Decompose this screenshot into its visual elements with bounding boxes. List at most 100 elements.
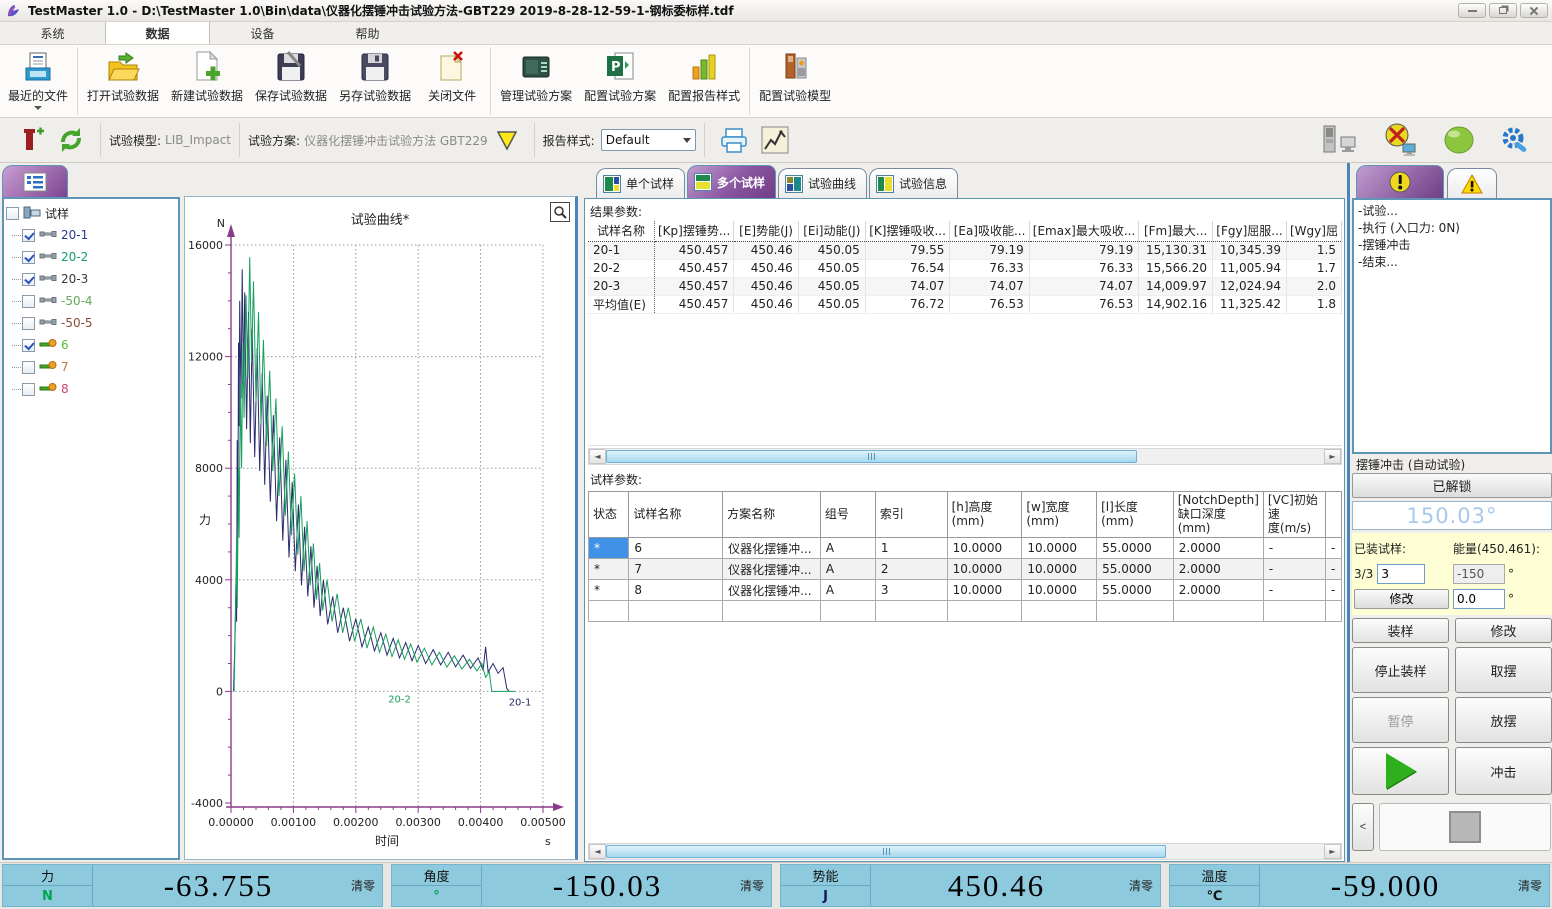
tab-单个试样[interactable]: 单个试样 bbox=[596, 168, 685, 198]
scroll-right-arrow-icon[interactable]: ► bbox=[1324, 844, 1341, 859]
samples-col-[h]高度 (mm)[interactable]: [h]高度 (mm) bbox=[947, 492, 1022, 538]
action-button-停止装样[interactable]: 停止装样 bbox=[1352, 647, 1449, 693]
status-ball-icon[interactable] bbox=[1442, 124, 1476, 156]
close-button[interactable] bbox=[1520, 3, 1548, 18]
scheme-warning-icon[interactable] bbox=[494, 127, 520, 153]
results-col-[Fm]最大...[interactable]: [Fm]最大... bbox=[1139, 221, 1213, 241]
scroll-left-arrow-icon[interactable]: ◄ bbox=[589, 844, 606, 859]
scroll-right-arrow-icon[interactable]: ► bbox=[1324, 449, 1341, 464]
refresh-icon[interactable] bbox=[56, 125, 86, 155]
samples-col-cut[interactable] bbox=[1326, 492, 1342, 538]
samples-col-[NotchDepth] 缺口深度 (mm)[interactable]: [NotchDepth] 缺口深度 (mm) bbox=[1173, 492, 1263, 538]
angle-input[interactable] bbox=[1453, 564, 1505, 584]
tree-item-checkbox[interactable] bbox=[22, 339, 35, 352]
collapse-panel-button[interactable]: < bbox=[1352, 803, 1374, 851]
results-row-20-2[interactable]: 20-2450.457450.46450.0576.5476.3376.3315… bbox=[588, 259, 1342, 277]
tree-root-checkbox[interactable] bbox=[6, 207, 19, 220]
stop-button[interactable] bbox=[1379, 803, 1551, 851]
tree-item--50-4[interactable]: -50-4 bbox=[6, 290, 176, 312]
scroll-thumb[interactable] bbox=[606, 450, 1137, 463]
tab-多个试样[interactable]: 多个试样 bbox=[687, 165, 776, 198]
results-col-[Kp]摆锤势...[interactable]: [Kp]摆锤势... bbox=[654, 221, 733, 241]
results-col-[Ea]吸收能...[interactable]: [Ea]吸收能... bbox=[950, 221, 1029, 241]
samples-col-试样名称[interactable]: 试样名称 bbox=[629, 492, 723, 538]
tab-alerts[interactable] bbox=[1356, 165, 1444, 198]
samples-row-6[interactable]: *6仪器化摆锤冲...A110.000010.000055.00002.0000… bbox=[589, 538, 1342, 559]
menu-item-帮助[interactable]: 帮助 bbox=[315, 22, 420, 44]
tree-item-checkbox[interactable] bbox=[22, 361, 35, 374]
disconnect-status-icon[interactable] bbox=[1382, 123, 1418, 157]
toolbar-button-保存试验数据[interactable]: 保存试验数据 bbox=[249, 45, 333, 117]
tree-root[interactable]: 试样 bbox=[6, 202, 176, 224]
results-col-[Ei]动能(J)[interactable]: [Ei]动能(J) bbox=[798, 221, 865, 241]
results-row-20-1[interactable]: 20-1450.457450.46450.0579.5579.1979.1915… bbox=[588, 241, 1342, 259]
clear-button[interactable]: 清零 bbox=[733, 865, 771, 906]
toolbar-button-配置试验方案[interactable]: P配置试验方案 bbox=[578, 45, 662, 117]
action-button-暂停[interactable]: 暂停 bbox=[1352, 697, 1449, 743]
toolbar-button-新建试验数据[interactable]: 新建试验数据 bbox=[165, 45, 249, 117]
scroll-thumb[interactable] bbox=[606, 845, 1166, 858]
menu-item-设备[interactable]: 设备 bbox=[210, 22, 315, 44]
test-curve-chart[interactable]: -400004000800012000160000.000000.001000.… bbox=[185, 197, 575, 857]
scroll-track[interactable] bbox=[606, 844, 1324, 859]
tree-item-6[interactable]: 6 bbox=[6, 334, 176, 356]
tree-item-checkbox[interactable] bbox=[22, 251, 35, 264]
zero-angle-input[interactable] bbox=[1453, 589, 1505, 609]
action-button-装样[interactable]: 装样 bbox=[1352, 618, 1449, 643]
samples-col-索引[interactable]: 索引 bbox=[875, 492, 947, 538]
tree-item-checkbox[interactable] bbox=[22, 383, 35, 396]
tab-试验曲线[interactable]: 试验曲线 bbox=[778, 168, 867, 198]
toolbar-button-关闭文件[interactable]: 关闭文件 bbox=[417, 45, 487, 117]
action-button-取摆[interactable]: 取摆 bbox=[1455, 647, 1552, 693]
minimize-button[interactable] bbox=[1458, 3, 1486, 18]
toolbar-button-打开试验数据[interactable]: 打开试验数据 bbox=[81, 45, 165, 117]
results-row-20-3[interactable]: 20-3450.457450.46450.0574.0774.0774.0714… bbox=[588, 277, 1342, 295]
tree-item-checkbox[interactable] bbox=[22, 273, 35, 286]
clear-button[interactable]: 清零 bbox=[1511, 865, 1549, 906]
tree-item-20-2[interactable]: 20-2 bbox=[6, 246, 176, 268]
results-row-平均值(E)[interactable]: 平均值(E)450.457450.46450.0576.7276.5376.53… bbox=[588, 295, 1342, 313]
samples-row-7[interactable]: *7仪器化摆锤冲...A210.000010.000055.00002.0000… bbox=[589, 559, 1342, 580]
curve-view-icon[interactable] bbox=[761, 126, 789, 154]
samples-col-[VC]初始速 度(m/s)[interactable]: [VC]初始速 度(m/s) bbox=[1263, 492, 1325, 538]
toolbar-button-配置报告样式[interactable]: 配置报告样式 bbox=[662, 45, 746, 117]
print-report-icon[interactable] bbox=[719, 126, 749, 154]
results-col-[Fgy]屈服...[interactable]: [Fgy]屈服... bbox=[1213, 221, 1287, 241]
restore-button[interactable] bbox=[1489, 3, 1517, 18]
samples-col-状态[interactable]: 状态 bbox=[589, 492, 629, 538]
samples-hscrollbar[interactable]: ◄ ► bbox=[588, 843, 1342, 860]
samples-col-[w]宽度 (mm)[interactable]: [w]宽度 (mm) bbox=[1022, 492, 1097, 538]
tree-item--50-5[interactable]: -50-5 bbox=[6, 312, 176, 334]
loaded-input[interactable] bbox=[1377, 564, 1425, 584]
tree-tab[interactable] bbox=[2, 165, 68, 197]
report-style-dropdown[interactable]: Default bbox=[601, 129, 696, 151]
tree-item-checkbox[interactable] bbox=[22, 295, 35, 308]
results-col-[E]势能(J)[interactable]: [E]势能(J) bbox=[734, 221, 798, 241]
tab-warnings[interactable] bbox=[1447, 168, 1497, 198]
results-col-试样名称[interactable]: 试样名称 bbox=[588, 221, 654, 241]
scroll-track[interactable] bbox=[606, 449, 1324, 464]
results-hscrollbar[interactable]: ◄ ► bbox=[588, 448, 1342, 465]
results-col-[Wgy]屈[interactable]: [Wgy]屈 bbox=[1286, 221, 1341, 241]
toolbar-button-另存试验数据[interactable]: 另存试验数据 bbox=[333, 45, 417, 117]
toolbar-button-配置试验模型[interactable]: 配置试验模型 bbox=[753, 45, 837, 117]
action-button-放摆[interactable]: 放摆 bbox=[1455, 697, 1552, 743]
results-col-[Emax]最大吸收...[interactable]: [Emax]最大吸收... bbox=[1029, 221, 1139, 241]
tree-item-8[interactable]: 8 bbox=[6, 378, 176, 400]
modify-loaded-button[interactable]: 修改 bbox=[1354, 589, 1449, 609]
samples-col-方案名称[interactable]: 方案名称 bbox=[723, 492, 821, 538]
action-button-冲击[interactable]: 冲击 bbox=[1455, 747, 1552, 795]
tab-试验信息[interactable]: 试验信息 bbox=[869, 168, 958, 198]
scroll-left-arrow-icon[interactable]: ◄ bbox=[589, 449, 606, 464]
tree-item-7[interactable]: 7 bbox=[6, 356, 176, 378]
machine-monitor-icon[interactable] bbox=[1320, 124, 1358, 156]
tree-item-20-3[interactable]: 20-3 bbox=[6, 268, 176, 290]
toolbar-button-最近的文件[interactable]: 最近的文件 bbox=[2, 45, 74, 117]
action-button-修改[interactable]: 修改 bbox=[1455, 618, 1552, 643]
settings-gear-icon[interactable] bbox=[1500, 124, 1532, 156]
unlock-status-button[interactable]: 已解锁 bbox=[1352, 473, 1552, 498]
chart-tool-button[interactable] bbox=[550, 202, 570, 222]
tree-item-20-1[interactable]: 20-1 bbox=[6, 224, 176, 246]
pendulum-add-icon[interactable] bbox=[14, 125, 44, 155]
clear-button[interactable]: 清零 bbox=[344, 865, 382, 906]
